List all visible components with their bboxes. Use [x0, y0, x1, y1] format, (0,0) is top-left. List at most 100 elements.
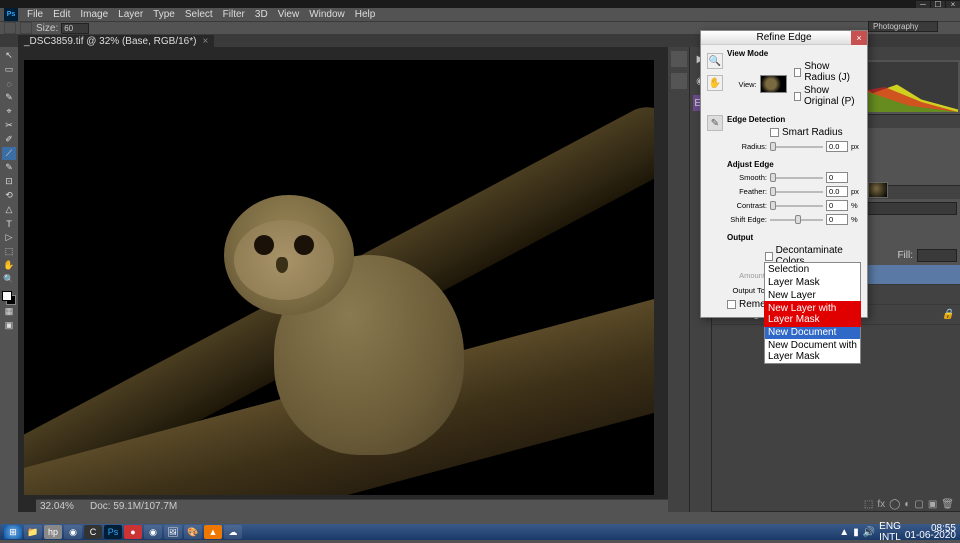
menu-3d[interactable]: 3D: [250, 9, 273, 20]
move-tool[interactable]: ↖: [2, 49, 16, 62]
doc-info[interactable]: Doc: 59.1M/107.7M: [90, 501, 177, 512]
fx-icon[interactable]: fx: [877, 499, 885, 510]
app-icon[interactable]: ◉: [64, 525, 82, 539]
stamp-tool[interactable]: ✎: [2, 161, 16, 174]
dialog-titlebar[interactable]: Refine Edge ×: [701, 31, 867, 45]
window-minimize[interactable]: ─: [916, 1, 930, 8]
actions-icon[interactable]: [671, 73, 687, 89]
network-icon[interactable]: ▮: [853, 527, 859, 538]
history-icon[interactable]: [671, 51, 687, 67]
menu-file[interactable]: File: [22, 9, 48, 20]
app-icon[interactable]: 🎨: [184, 525, 202, 539]
hand-tool[interactable]: ✋: [2, 259, 16, 272]
fg-color[interactable]: [2, 291, 12, 301]
decontaminate-checkbox[interactable]: [765, 252, 773, 261]
quick-select-tool[interactable]: ✎: [2, 91, 16, 104]
radius-slider[interactable]: [770, 142, 823, 151]
tray-arrow-icon[interactable]: ▲: [839, 527, 849, 538]
crop-tool[interactable]: ⌖: [2, 105, 16, 118]
menu-view[interactable]: View: [273, 9, 305, 20]
mask-mode-icon[interactable]: ▦: [2, 305, 16, 318]
color-swatches[interactable]: [2, 291, 16, 305]
remember-checkbox[interactable]: [727, 300, 736, 309]
healing-tool[interactable]: ✐: [2, 133, 16, 146]
adj-layer-icon[interactable]: ◐: [904, 499, 910, 510]
hp-icon[interactable]: hp: [44, 525, 62, 539]
layers-footer: ⬚ fx ◯ ◐ ▢ ▣ 🗑: [712, 497, 960, 511]
contrast-field[interactable]: 0: [826, 200, 848, 211]
type-tool[interactable]: T: [2, 217, 16, 230]
dodge-tool[interactable]: ⟲: [2, 189, 16, 202]
contrast-slider[interactable]: [770, 201, 823, 210]
dropdown-option[interactable]: Selection: [765, 263, 860, 276]
mask-icon[interactable]: ◯: [889, 499, 900, 510]
adjust-edge-section: Adjust Edge Smooth:0 Feather:0.0px Contr…: [727, 160, 861, 228]
shift-field[interactable]: 0: [826, 214, 848, 225]
dropdown-option[interactable]: Layer Mask: [765, 276, 860, 289]
brush-tool[interactable]: ⟋: [2, 147, 16, 160]
marquee-tool[interactable]: ▭: [2, 63, 16, 76]
new-layer-icon[interactable]: ▣: [928, 499, 937, 510]
document-tab[interactable]: _DSC3859.tif @ 32% (Base, RGB/16*) ×: [18, 35, 214, 47]
dropdown-option[interactable]: New Layer: [765, 289, 860, 302]
app-icon[interactable]: ☁: [224, 525, 242, 539]
photoshop-taskbar-icon[interactable]: Ps: [104, 525, 122, 539]
dropdown-option[interactable]: New Document: [765, 326, 860, 339]
brush-tip-icon[interactable]: [20, 22, 32, 34]
smooth-slider[interactable]: [770, 173, 823, 182]
menu-layer[interactable]: Layer: [113, 9, 148, 20]
sound-icon[interactable]: 🔊: [863, 527, 875, 538]
document-canvas[interactable]: [24, 60, 654, 495]
eyedropper-tool[interactable]: ✂: [2, 119, 16, 132]
menu-image[interactable]: Image: [75, 9, 113, 20]
workspace-switcher[interactable]: Photography: [868, 21, 938, 32]
feather-field[interactable]: 0.0: [826, 186, 848, 197]
menu-type[interactable]: Type: [148, 9, 180, 20]
app-icon[interactable]: C: [84, 525, 102, 539]
window-maximize[interactable]: ☐: [931, 1, 945, 8]
explorer-icon[interactable]: 📁: [24, 525, 42, 539]
refine-brush-icon[interactable]: ✎: [707, 115, 723, 131]
chrome-icon[interactable]: ◉: [144, 525, 162, 539]
tab-close-icon[interactable]: ×: [202, 36, 208, 47]
zoom-tool[interactable]: 🔍: [2, 273, 16, 286]
radius-field[interactable]: 0.0: [826, 141, 848, 152]
shift-slider[interactable]: [770, 215, 823, 224]
shape-tool[interactable]: ⬚: [2, 245, 16, 258]
window-close[interactable]: ×: [946, 1, 960, 8]
link-icon[interactable]: ⬚: [864, 499, 873, 510]
menu-help[interactable]: Help: [350, 9, 381, 20]
start-button[interactable]: ⊞: [4, 525, 22, 539]
lasso-tool[interactable]: ◌: [2, 77, 16, 90]
menu-edit[interactable]: Edit: [48, 9, 75, 20]
show-original-checkbox[interactable]: [794, 92, 801, 101]
dropdown-option[interactable]: New Layer with Layer Mask: [765, 302, 860, 326]
brush-size-field[interactable]: 60: [61, 23, 89, 34]
clock[interactable]: 08:5501-06-2020: [905, 525, 956, 539]
screen-mode-icon[interactable]: ▣: [2, 319, 16, 332]
zoom-level[interactable]: 32.04%: [40, 501, 80, 512]
view-preview-thumb[interactable]: [760, 75, 787, 93]
group-icon[interactable]: ▢: [914, 499, 923, 510]
dropdown-option[interactable]: New Document with Layer Mask: [765, 339, 860, 363]
path-tool[interactable]: ▷: [2, 231, 16, 244]
fill-field[interactable]: [917, 249, 957, 262]
app-icon[interactable]: 🖼: [164, 525, 182, 539]
zoom-tool-icon[interactable]: 🔍: [707, 53, 723, 69]
layer-thumb[interactable]: [868, 182, 888, 198]
pen-tool[interactable]: △: [2, 203, 16, 216]
hand-tool-icon[interactable]: ✋: [707, 75, 723, 91]
feather-slider[interactable]: [770, 187, 823, 196]
show-radius-checkbox[interactable]: [794, 68, 801, 77]
gradient-tool[interactable]: ⊡: [2, 175, 16, 188]
dialog-close-button[interactable]: ×: [851, 31, 867, 45]
app-icon[interactable]: ●: [124, 525, 142, 539]
smart-radius-checkbox[interactable]: [770, 128, 779, 137]
vlc-icon[interactable]: ▲: [204, 525, 222, 539]
smooth-field[interactable]: 0: [826, 172, 848, 183]
menu-window[interactable]: Window: [304, 9, 350, 20]
brush-preset-icon[interactable]: [4, 22, 16, 34]
menu-filter[interactable]: Filter: [218, 9, 250, 20]
menu-select[interactable]: Select: [180, 9, 218, 20]
trash-icon[interactable]: 🗑: [941, 499, 954, 510]
